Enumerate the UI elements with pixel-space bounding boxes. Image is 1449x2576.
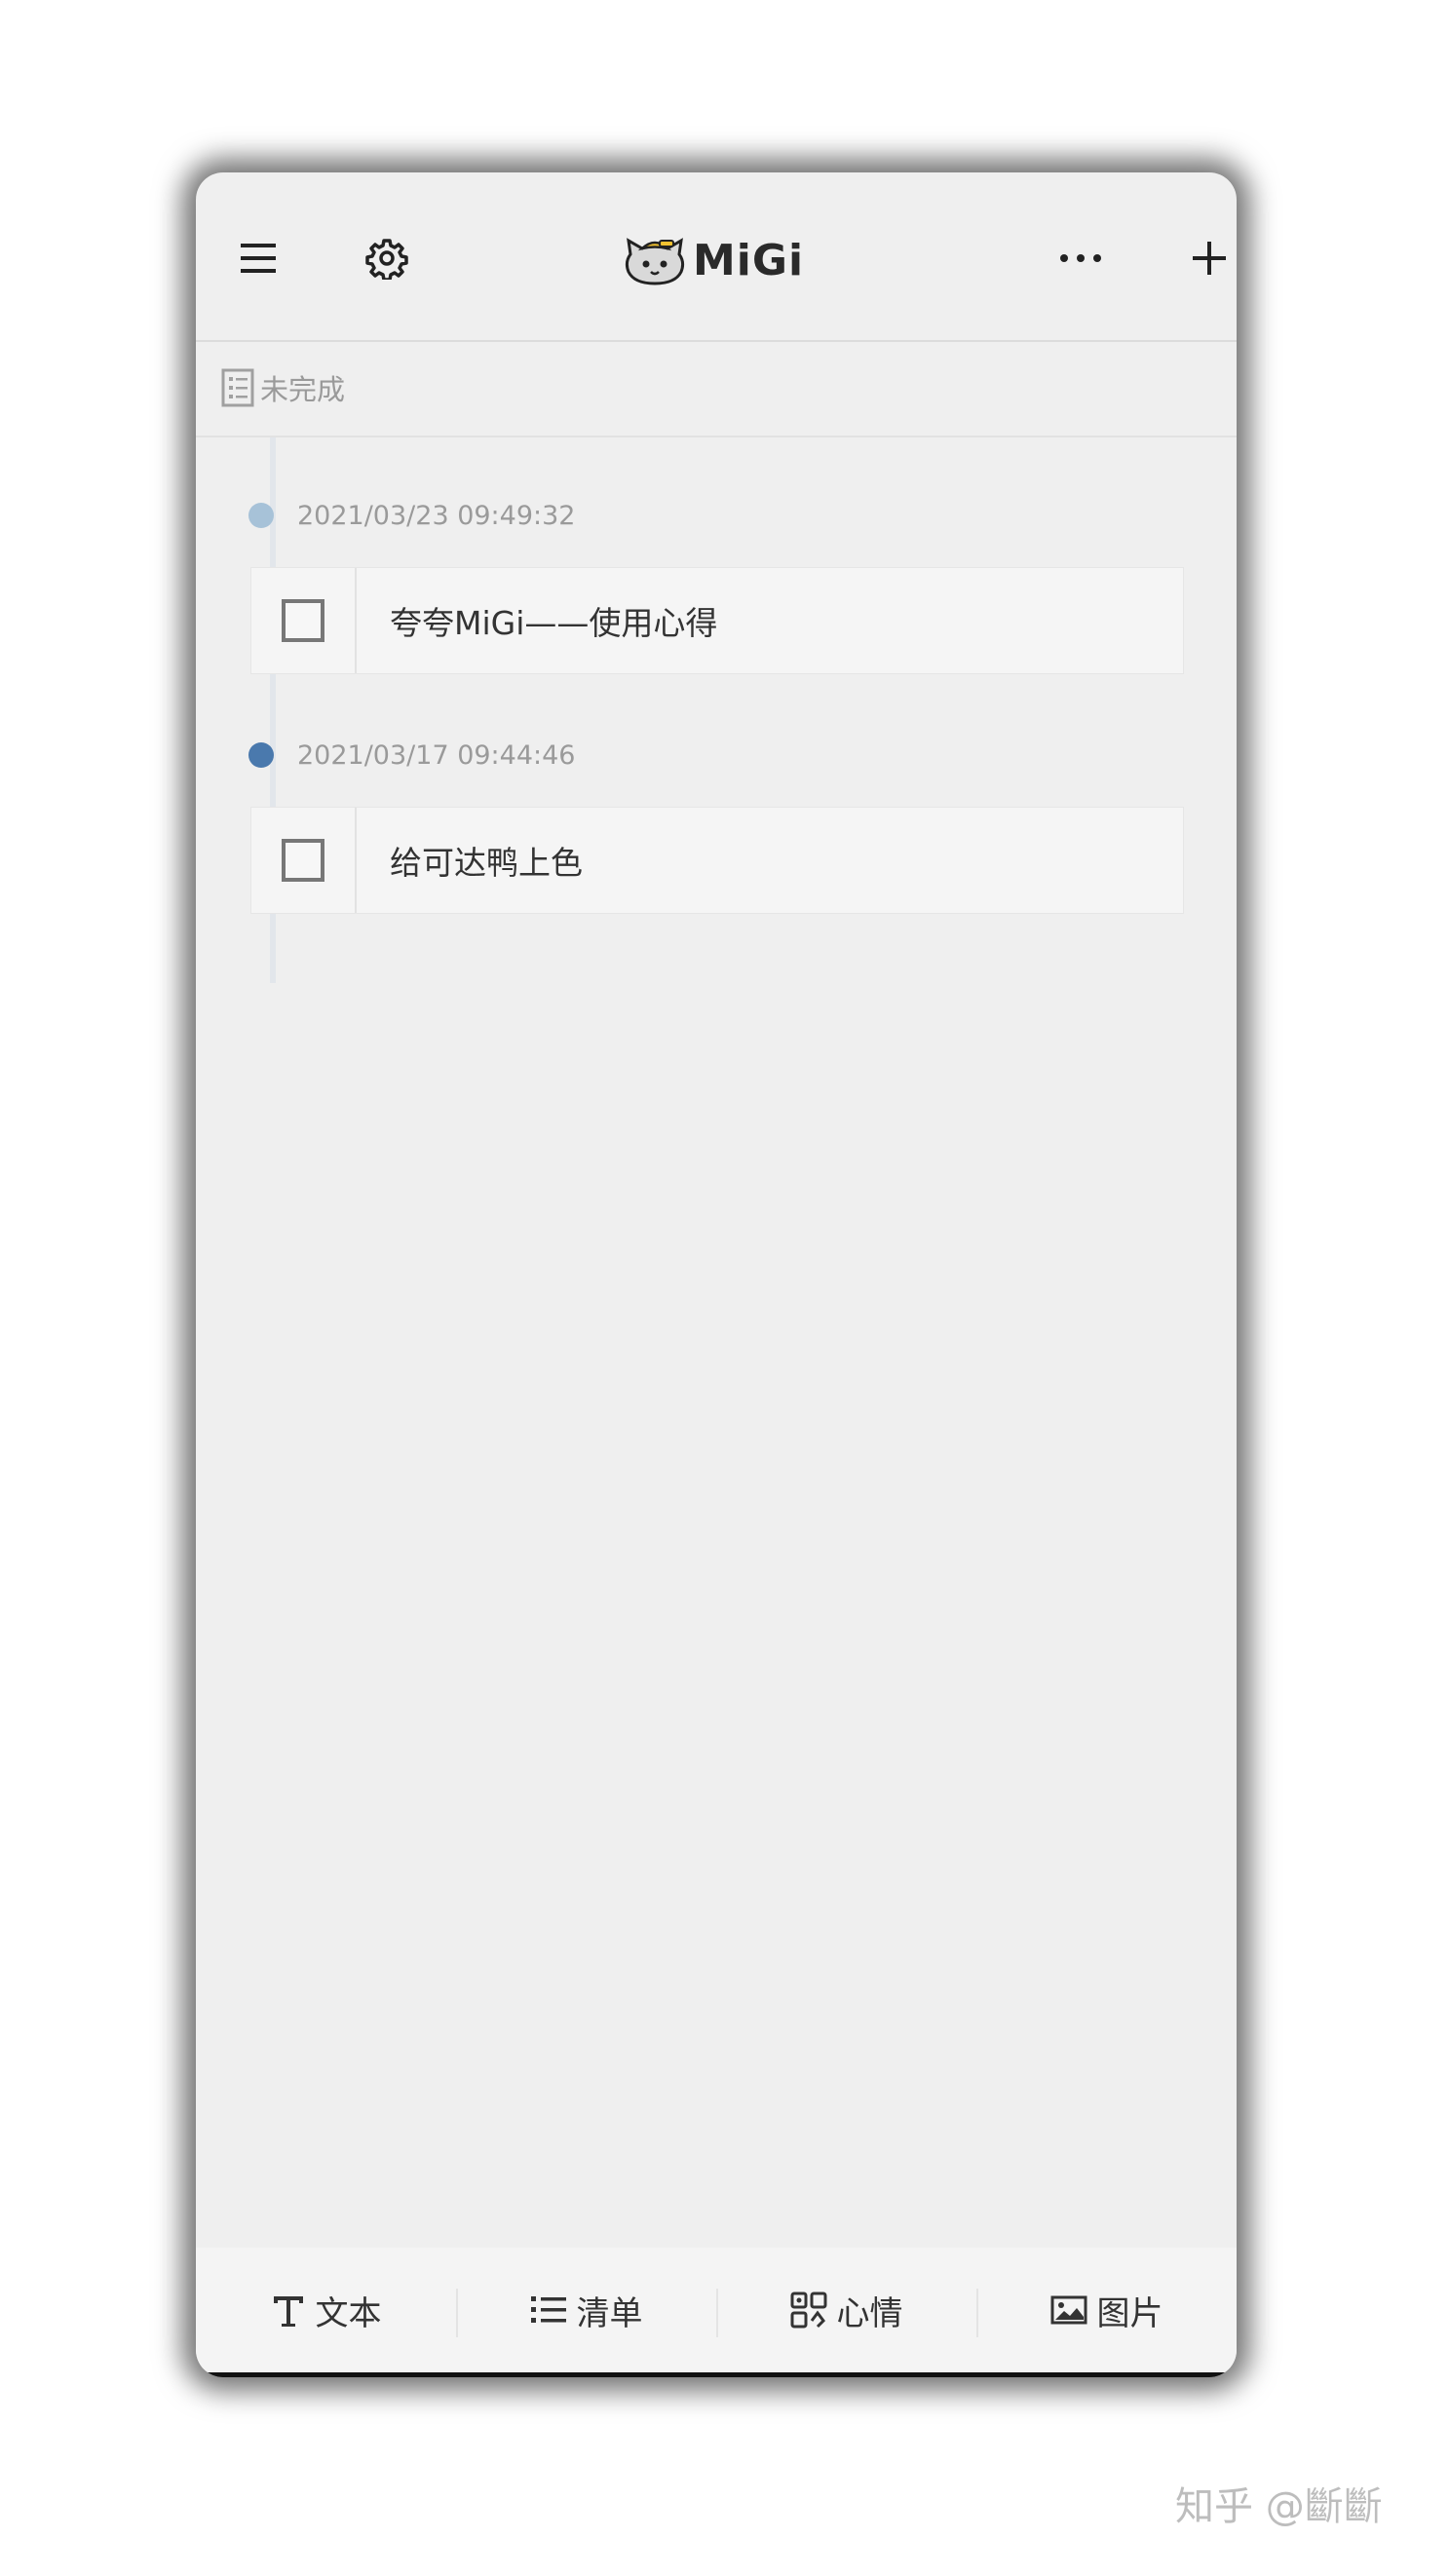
add-button[interactable] — [1170, 219, 1237, 297]
plus-icon — [1193, 242, 1226, 275]
todo-checkbox-cell[interactable] — [251, 808, 357, 913]
mood-icon — [790, 2292, 826, 2329]
timeline-dot — [248, 742, 274, 768]
bottom-toolbar: 文本 清单 心情 图片 — [196, 2248, 1237, 2372]
todo-text: 给可达鸭上色 — [390, 844, 583, 882]
gear-icon — [365, 239, 408, 280]
entry-date-row: 2021/03/17 09:44:46 — [248, 736, 575, 775]
cat-logo-icon — [625, 238, 685, 285]
image-icon — [1050, 2295, 1087, 2325]
more-dots-icon — [1060, 254, 1101, 262]
new-list-button[interactable]: 清单 — [456, 2248, 716, 2372]
watermark: 知乎 @斷斷 — [1175, 2484, 1383, 2529]
hamburger-menu-icon — [241, 244, 276, 273]
menu-button[interactable] — [219, 219, 297, 297]
app-window: MiGi 未完成 2021/03/23 09:49:32 夸夸MiGi——使用心… — [196, 172, 1237, 2377]
more-button[interactable] — [1042, 219, 1120, 297]
section-divider — [196, 436, 1237, 437]
text-icon — [273, 2296, 303, 2327]
app-title: MiGi — [693, 235, 805, 285]
todo-checkbox[interactable] — [282, 599, 324, 642]
todo-card[interactable]: 夸夸MiGi——使用心得 — [250, 567, 1184, 674]
new-mood-button[interactable]: 心情 — [716, 2248, 976, 2372]
todo-card[interactable]: 给可达鸭上色 — [250, 807, 1184, 914]
new-mood-label: 心情 — [836, 2293, 903, 2333]
todo-checkbox-cell[interactable] — [251, 568, 357, 673]
todo-checkbox[interactable] — [282, 839, 324, 882]
section-header-incomplete[interactable]: 未完成 — [221, 363, 345, 412]
timeline-dot — [248, 503, 274, 528]
entry-date-row: 2021/03/23 09:49:32 — [248, 496, 575, 535]
todo-text: 夸夸MiGi——使用心得 — [390, 604, 718, 642]
checklist-icon — [221, 368, 254, 407]
top-bar: MiGi — [196, 172, 1237, 340]
new-text-button[interactable]: 文本 — [196, 2248, 456, 2372]
section-label: 未完成 — [260, 373, 346, 406]
entry-date: 2021/03/17 09:44:46 — [297, 739, 576, 771]
new-image-button[interactable]: 图片 — [976, 2248, 1237, 2372]
list-icon — [530, 2296, 566, 2323]
new-image-label: 图片 — [1096, 2293, 1163, 2333]
app-brand: MiGi — [623, 231, 804, 289]
settings-button[interactable] — [348, 219, 426, 297]
header-divider — [196, 340, 1237, 342]
entry-date: 2021/03/23 09:49:32 — [297, 500, 576, 531]
new-list-label: 清单 — [576, 2293, 643, 2333]
new-text-label: 文本 — [315, 2293, 382, 2333]
